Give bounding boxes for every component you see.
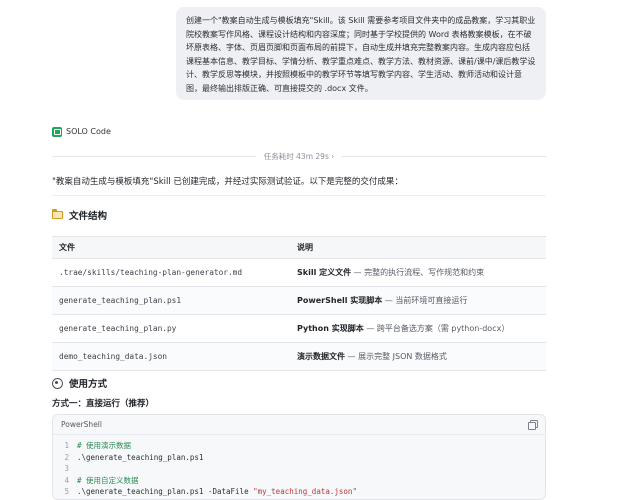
table-row: demo_teaching_data.json 演示数据文件 — 展示完整 JS…: [52, 342, 546, 371]
description-bold: PowerShell 实现脚本: [297, 296, 383, 305]
file-path-cell: generate_teaching_plan.py: [52, 314, 290, 343]
description-cell: Skill 定义文件 — 完整的执行流程、写作规范和约束: [290, 258, 546, 287]
code-line: 5 .\generate_teaching_plan.ps1 -DataFile…: [53, 486, 545, 498]
folder-icon: [51, 209, 63, 219]
gear-icon: [52, 377, 63, 389]
file-path-cell: .trae/skills/teaching-plan-generator.md: [52, 258, 290, 287]
code-language-label: PowerShell: [61, 420, 102, 429]
divider-line-left: [52, 155, 256, 157]
code-text: .\generate_teaching_plan.ps1: [77, 452, 204, 462]
description-text: — 当前环境可直接运行: [382, 296, 468, 305]
code-line: 3: [53, 463, 545, 475]
description-cell: Python 实现脚本 — 跨平台备选方案（需 python-docx）: [290, 314, 546, 343]
line-number: 1: [64, 441, 69, 451]
table-row: .trae/skills/teaching-plan-generator.md …: [52, 258, 546, 287]
file-structure-title: 文件结构: [69, 211, 108, 222]
assistant-name: SOLO Code: [66, 127, 111, 136]
usage-title: 使用方式: [69, 379, 108, 390]
table-row: generate_teaching_plan.ps1 PowerShell 实现…: [52, 286, 546, 315]
code-line: 1 # 使用演示数据: [53, 440, 545, 452]
code-block: PowerShell 1 # 使用演示数据 2 .\generate_teach…: [52, 414, 546, 500]
description-bold: Skill 定义文件: [297, 268, 352, 277]
code-block-header: PowerShell: [53, 415, 545, 435]
description-cell: 演示数据文件 — 展示完整 JSON 数据格式: [290, 342, 546, 371]
file-structure-heading: 文件结构: [51, 208, 108, 222]
divider-line-right: [342, 155, 547, 157]
method-one-title: 方式一：直接运行（推荐）: [52, 399, 155, 409]
description-text: — 展示完整 JSON 数据格式: [345, 352, 447, 361]
column-header-file: 文件: [52, 236, 290, 259]
column-header-description: 说明: [290, 236, 546, 259]
code-string: "my_teaching_data.json": [253, 487, 357, 497]
description-text: — 跨平台备选方案（需 python-docx）: [363, 324, 510, 333]
solo-logo-icon: [52, 126, 62, 137]
description-text: — 完整的执行流程、写作规范和约束: [351, 268, 485, 277]
assistant-header: SOLO Code: [52, 125, 111, 138]
file-path-cell: demo_teaching_data.json: [52, 342, 290, 371]
line-number: 2: [64, 452, 69, 462]
file-table: 文件 说明 .trae/skills/teaching-plan-generat…: [52, 236, 546, 371]
line-number: 4: [64, 475, 69, 485]
line-number: 5: [64, 487, 69, 497]
code-lines: 1 # 使用演示数据 2 .\generate_teaching_plan.ps…: [53, 435, 545, 498]
description-bold: Python 实现脚本: [297, 324, 364, 333]
code-line: 2 .\generate_teaching_plan.ps1: [53, 452, 545, 464]
code-line: 4 # 使用自定义数据: [53, 475, 545, 487]
code-command: .\generate_teaching_plan.ps1 -DataFile: [77, 487, 254, 497]
table-row: generate_teaching_plan.py Python 实现脚本 — …: [52, 314, 546, 343]
section-divider: [52, 195, 546, 196]
task-duration-toggle[interactable]: 任务耗时 43m 29s ›: [264, 151, 334, 162]
code-text: .\generate_teaching_plan.ps1 -DataFile "…: [77, 487, 357, 496]
code-comment: # 使用自定义数据: [77, 475, 139, 485]
task-duration-divider: 任务耗时 43m 29s ›: [52, 150, 547, 162]
user-message-bubble: 创建一个"教案自动生成与模板填充"Skill。该 Skill 需要参考项目文件夹…: [176, 7, 546, 100]
description-bold: 演示数据文件: [297, 352, 345, 361]
file-path-cell: generate_teaching_plan.ps1: [52, 286, 290, 315]
assistant-intro-text: "教案自动生成与模板填充"Skill 已创建完成，并经过实际测试验证。以下是完整…: [52, 177, 403, 187]
copy-icon[interactable]: [528, 420, 538, 430]
code-comment: # 使用演示数据: [77, 441, 132, 451]
table-header-row: 文件 说明: [52, 236, 546, 259]
description-cell: PowerShell 实现脚本 — 当前环境可直接运行: [290, 286, 546, 315]
line-number: 3: [64, 464, 69, 474]
usage-heading: 使用方式: [52, 376, 107, 390]
